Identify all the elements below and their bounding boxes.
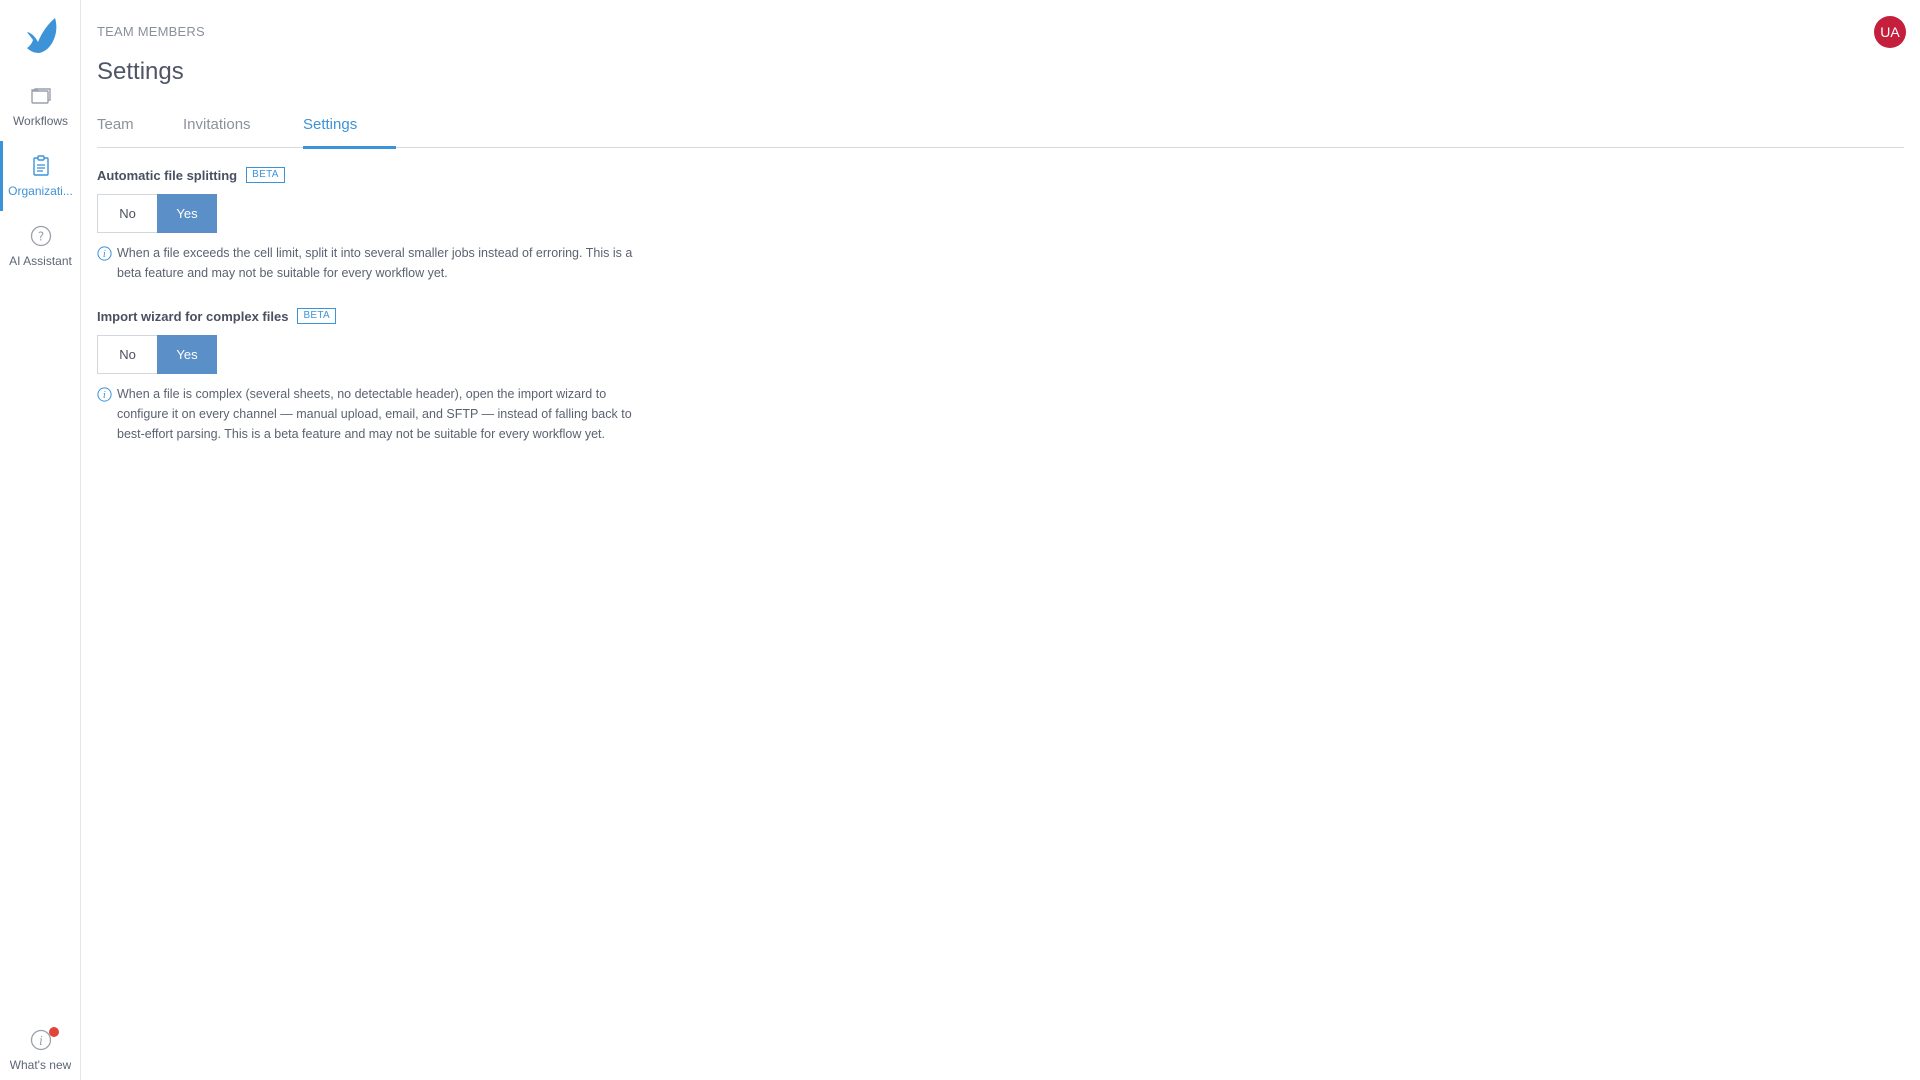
question-icon: ? [29,224,53,248]
brand-logo-icon[interactable] [24,16,60,54]
folder-icon [29,84,53,108]
breadcrumb: TEAM MEMBERS [97,24,205,39]
setting-title: Automatic file splitting BETA [97,167,657,183]
setting-title-text: Import wizard for complex files [97,308,289,324]
sidebar-item-whats-new[interactable]: i What's new [0,1027,81,1080]
help-description: When a file is complex (several sheets, … [117,387,632,441]
svg-text:i: i [103,250,106,260]
active-tab-underline [303,146,396,149]
tab-settings[interactable]: Settings [303,116,357,149]
sidebar: Workflows Organizati... ? AI Assistant i… [0,0,81,1080]
yes-no-toggle: No Yes [97,335,217,374]
svg-text:?: ? [37,230,43,244]
page-title: Settings [97,58,184,85]
clipboard-icon [29,154,53,178]
svg-text:i: i [103,391,106,401]
setting-import-wizard: Import wizard for complex files BETA No … [97,308,657,444]
notification-dot [49,1027,59,1037]
svg-text:i: i [39,1034,43,1048]
toggle-yes-button[interactable]: Yes [157,194,217,233]
sidebar-item-label: What's new [9,1058,72,1072]
help-text: i When a file exceeds the cell limit, sp… [97,243,657,283]
sidebar-item-workflows[interactable]: Workflows [0,84,81,154]
setting-title-text: Automatic file splitting [97,167,238,183]
setting-automatic-file-splitting: Automatic file splitting BETA No Yes i W… [97,167,657,283]
help-description: When a file exceeds the cell limit, spli… [117,246,633,280]
yes-no-toggle: No Yes [97,194,217,233]
info-icon: i [97,246,112,261]
toggle-no-button[interactable]: No [97,335,157,374]
main-content: TEAM MEMBERS Settings Team Invitations S… [97,0,1920,1080]
sidebar-item-label: AI Assistant [9,254,72,268]
sidebar-item-label: Workflows [12,114,69,128]
sidebar-item-label: Organizati... [8,184,73,198]
sidebar-item-organization[interactable]: Organizati... [0,154,81,224]
beta-badge: BETA [297,308,337,324]
toggle-yes-button[interactable]: Yes [157,335,217,374]
setting-title: Import wizard for complex files BETA [97,308,657,324]
tab-bar: Team Invitations Settings [97,112,1904,149]
app-root: Workflows Organizati... ? AI Assistant i… [0,0,1920,1080]
sidebar-item-ai-assistant[interactable]: ? AI Assistant [0,224,81,294]
beta-badge: BETA [246,167,285,183]
help-text: i When a file is complex (several sheets… [97,384,657,444]
tab-team[interactable]: Team [97,116,134,149]
tab-invitations[interactable]: Invitations [183,116,251,149]
info-icon: i [97,387,112,402]
toggle-no-button[interactable]: No [97,194,157,233]
